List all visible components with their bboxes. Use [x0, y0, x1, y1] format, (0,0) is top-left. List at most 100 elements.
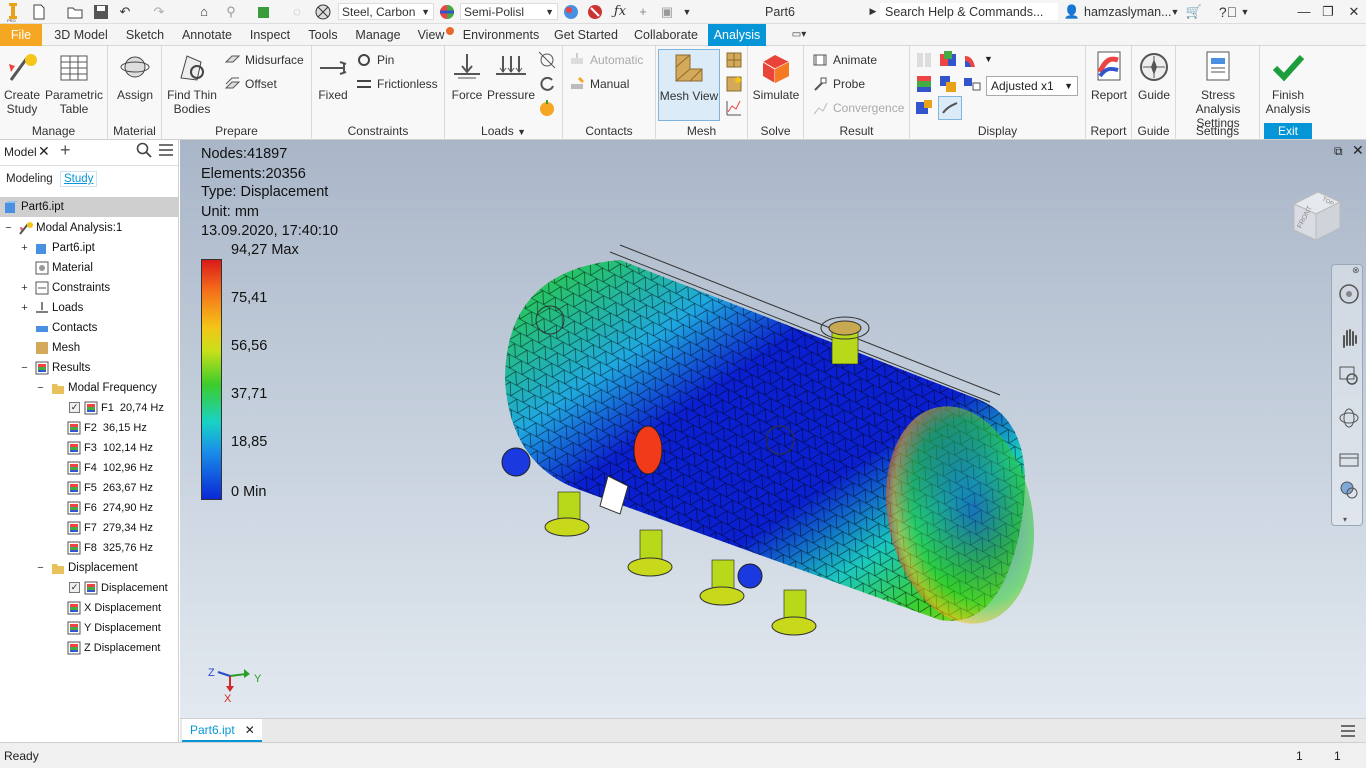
fx-parameters-icon[interactable]: ƒx — [610, 3, 630, 20]
probe-labels-icon[interactable] — [962, 50, 982, 70]
chevron-right-icon[interactable]: ▶ — [868, 3, 878, 20]
tree-node-frequency[interactable]: F4 102,96 Hz — [67, 458, 153, 478]
save-icon[interactable] — [92, 3, 110, 20]
pin-constraint-button[interactable]: Pin — [356, 50, 394, 70]
navbar-options-icon[interactable]: ▾ — [1343, 515, 1347, 524]
find-thin-bodies-button[interactable]: Find Thin Bodies — [164, 50, 220, 116]
restore-icon[interactable]: ❐ — [1320, 3, 1336, 20]
automatic-contacts-button[interactable]: Automatic — [569, 50, 643, 70]
collapse-icon[interactable]: − — [4, 223, 13, 234]
sketch-tool-icon[interactable]: ⚲ — [222, 3, 240, 20]
boundary-conditions-icon[interactable] — [938, 74, 958, 94]
tree-node-frequency[interactable]: F3 102,14 Hz — [67, 438, 153, 458]
window-icon[interactable]: ▣ — [658, 3, 676, 20]
collapse-icon[interactable]: − — [20, 363, 29, 374]
expand-icon[interactable]: + — [20, 303, 29, 314]
tree-node-material[interactable]: Material — [35, 258, 93, 278]
search-icon[interactable] — [136, 142, 152, 158]
convergence-button[interactable]: Convergence — [812, 98, 904, 118]
gravity-load-icon[interactable] — [537, 98, 557, 118]
tree-node-mesh[interactable]: Mesh — [35, 338, 80, 358]
home-icon[interactable]: ⌂ — [195, 3, 213, 20]
help-icon[interactable]: ?⃝ — [1218, 3, 1238, 20]
mesh-settings-icon[interactable] — [724, 50, 744, 70]
tab-modeling[interactable]: Modeling — [6, 173, 53, 185]
probe-button[interactable]: Probe — [812, 74, 865, 94]
search-help-input[interactable]: Search Help & Commands... — [880, 3, 1058, 20]
add-browser-icon[interactable]: + — [60, 140, 71, 161]
close-browser-icon[interactable]: ✕ — [38, 143, 50, 160]
navbar-close-icon[interactable]: ⊗ — [1352, 265, 1360, 276]
tree-node-frequency[interactable]: F8 325,76 Hz — [67, 538, 153, 558]
appearance-dropdown[interactable]: Semi-Polisl ▼ — [460, 3, 558, 20]
plus-icon[interactable]: + — [636, 3, 650, 20]
viewcube[interactable]: FRONT TOP — [1286, 184, 1346, 244]
look-at-icon[interactable] — [1338, 449, 1360, 471]
assign-button[interactable]: Assign — [112, 50, 158, 102]
tree-node-contacts[interactable]: Contacts — [35, 318, 97, 338]
bearing-load-icon[interactable] — [537, 50, 557, 70]
same-scale-icon[interactable] — [914, 50, 934, 70]
tree-node-frequency[interactable]: F5 263,67 Hz — [67, 478, 153, 498]
mesh-display-toggle-icon[interactable] — [938, 96, 962, 120]
simulate-button[interactable]: Simulate — [750, 50, 802, 102]
tab-get-started[interactable]: Get Started — [552, 24, 620, 46]
local-mesh-control-icon[interactable] — [724, 74, 744, 94]
shaded-icon[interactable] — [914, 74, 934, 94]
tree-node-frequency[interactable]: F2 36,15 Hz — [67, 418, 147, 438]
visibility-checkbox[interactable]: ✓ — [69, 402, 80, 413]
clear-appearance-icon[interactable] — [586, 3, 604, 20]
inventor-logo-icon[interactable]: PRO — [4, 2, 22, 22]
tab-study[interactable]: Study — [60, 171, 98, 187]
chevron-down-icon[interactable]: ▼ — [517, 127, 526, 137]
orbit-icon[interactable] — [1338, 407, 1360, 429]
customize-dropdown-icon[interactable]: ▼ — [680, 3, 694, 20]
pan-hand-icon[interactable] — [1338, 327, 1360, 349]
fixed-constraint-button[interactable]: Fixed — [314, 50, 352, 102]
pressure-button[interactable]: Pressure — [487, 50, 535, 102]
tree-node-displacement-result[interactable]: Displacement — [84, 578, 168, 598]
chevron-down-icon[interactable]: ▼ — [984, 54, 994, 64]
expand-icon[interactable]: + — [20, 243, 29, 254]
new-file-icon[interactable] — [30, 3, 48, 20]
tab-inspect[interactable]: Inspect — [246, 24, 294, 46]
finish-analysis-button[interactable]: Finish Analysis — [1262, 50, 1314, 116]
stress-analysis-settings-button[interactable]: Stress Analysis Settings — [1178, 50, 1258, 130]
parametric-table-button[interactable]: Parametric Table — [44, 50, 104, 116]
tree-modal-analysis[interactable]: Modal Analysis:1 — [19, 218, 122, 238]
convergence-settings-icon[interactable] — [724, 98, 744, 118]
redo-icon[interactable]: ↷ — [150, 3, 168, 20]
guide-button[interactable]: Guide — [1134, 50, 1174, 102]
midsurface-button[interactable]: Midsurface — [224, 50, 304, 70]
moment-load-icon[interactable] — [537, 74, 557, 94]
tab-environments[interactable]: Environments — [458, 24, 544, 46]
tab-view[interactable]: View — [414, 24, 448, 46]
visibility-checkbox[interactable]: ✓ — [69, 582, 80, 593]
collapse-icon[interactable]: − — [36, 563, 45, 574]
tree-node-displacement-folder[interactable]: Displacement — [51, 558, 138, 578]
tab-tools[interactable]: Tools — [304, 24, 342, 46]
tab-analysis[interactable]: Analysis — [708, 24, 766, 46]
doc-menu-icon[interactable] — [1340, 723, 1356, 739]
panel-options-icon[interactable]: ▭▾ — [786, 24, 812, 46]
close-icon[interactable]: ✕ — [1346, 3, 1362, 20]
tree-node-loads[interactable]: Loads — [35, 298, 83, 318]
select-icon[interactable]: ◌ — [288, 3, 306, 20]
mesh-view-button[interactable]: Mesh View — [658, 49, 720, 121]
tab-file[interactable]: File — [0, 24, 42, 46]
animate-button[interactable]: Animate — [812, 50, 877, 70]
tree-node-part[interactable]: Part6.ipt — [35, 238, 95, 258]
deformed-icon[interactable] — [914, 98, 934, 118]
report-button[interactable]: Report — [1088, 50, 1130, 102]
create-study-button[interactable]: Create Study — [2, 50, 42, 116]
force-button[interactable]: Force — [447, 50, 487, 102]
tree-node-frequency[interactable]: F6 274,90 Hz — [67, 498, 153, 518]
tab-annotate[interactable]: Annotate — [178, 24, 236, 46]
tree-node-displacement-result[interactable]: Y Displacement — [67, 618, 161, 638]
min-max-icon[interactable] — [962, 74, 982, 94]
tree-root-part[interactable]: Part6.ipt — [0, 197, 178, 217]
frictionless-constraint-button[interactable]: Frictionless — [356, 74, 438, 94]
tab-sketch[interactable]: Sketch — [122, 24, 168, 46]
steering-wheel-icon[interactable] — [1338, 283, 1360, 305]
return-icon[interactable] — [255, 3, 273, 20]
